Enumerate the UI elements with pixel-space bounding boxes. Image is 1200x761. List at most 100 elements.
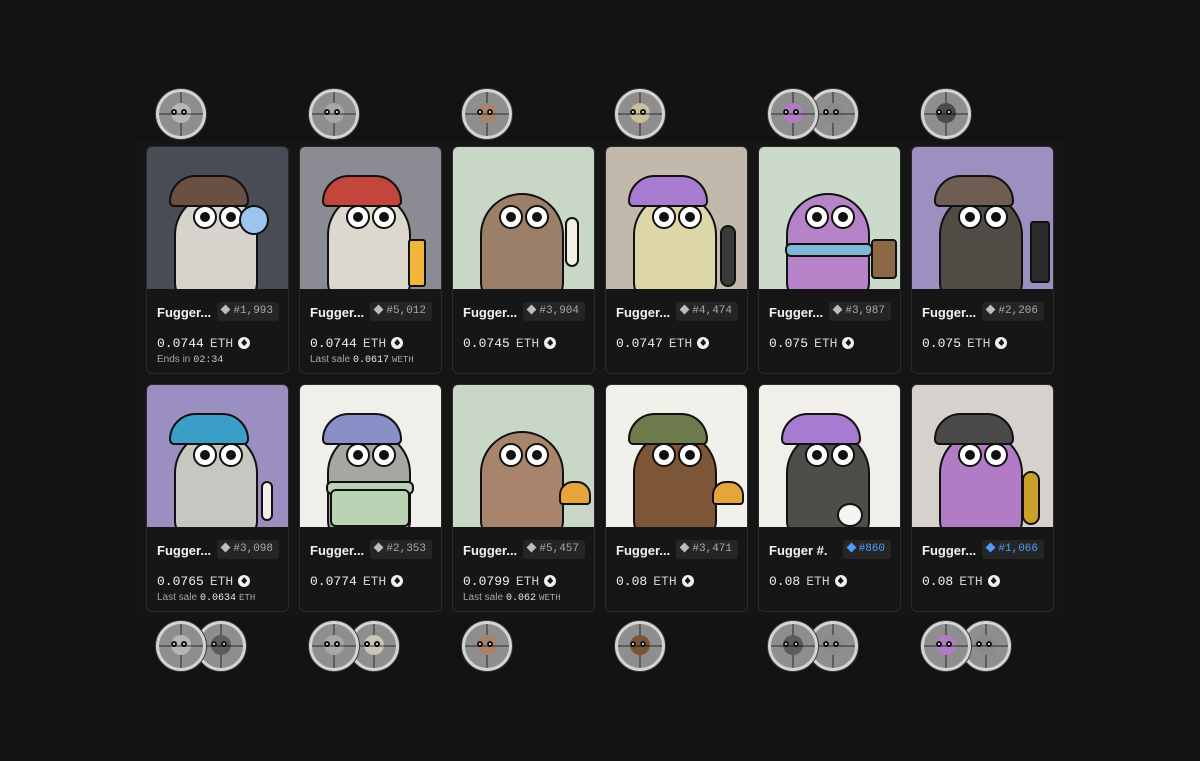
token-eye-icon [833,109,839,115]
rank-badge: #5,457 [523,540,585,559]
eth-icon [697,337,710,349]
token-eye-icon [181,641,187,647]
price-value: 0.0744 [310,336,357,351]
nft-image[interactable] [453,147,594,289]
character-body [939,193,1023,289]
nft-image[interactable] [453,385,594,527]
avatar-token[interactable] [768,621,818,671]
nft-card[interactable]: Fugger... #5,457 0.0799 ETH Last sale 0.062 WE… [452,384,595,612]
eth-icon [842,337,855,349]
nft-card[interactable]: Fugger... #3,098 0.0765 ETH Last sale 0.0634 E… [146,384,289,612]
token-eye-icon [630,641,636,647]
nft-grid: Fugger... #1,993 0.0744 ETH Ends in 02:34 Fugg… [136,140,1064,618]
token-face-icon [936,635,956,655]
character-eye-icon [958,205,982,229]
token-eye-icon [334,109,340,115]
nft-card[interactable]: Fugger... #3,987 0.075 ETH [758,146,901,374]
nft-image[interactable] [147,385,288,527]
nft-card[interactable]: Fugger #... #860 0.08 ETH [758,384,901,612]
price: 0.0765 ETH [157,574,251,589]
bottom-token-slot [309,616,451,676]
last-sale-label: Last sale [157,592,198,603]
nft-image[interactable] [759,147,900,289]
nft-image[interactable] [912,385,1053,527]
rank-badge: #2,206 [982,302,1044,321]
avatar-token[interactable] [462,621,512,671]
nft-image[interactable] [606,385,747,527]
price-currency: ETH [362,574,387,589]
eth-icon [544,337,557,349]
nft-card[interactable]: Fugger... #2,353 0.0774 ETH [299,384,442,612]
token-face-icon [783,103,803,123]
price-value: 0.075 [769,336,809,351]
price-currency: ETH [515,336,540,351]
nft-card[interactable]: Fugger... #3,904 0.0745 ETH [452,146,595,374]
nft-image[interactable] [606,147,747,289]
character-body [633,431,717,527]
price: 0.0744 ETH [310,336,404,351]
price-value: 0.08 [769,574,801,589]
avatar-token[interactable] [309,621,359,671]
nft-image[interactable] [300,147,441,289]
token-eye-icon [946,109,952,115]
price: 0.075 ETH [922,336,1008,351]
character-body [633,193,717,289]
nft-card[interactable]: Fugger... #1,993 0.0744 ETH Ends in 02:34 [146,146,289,374]
price: 0.0744 ETH [157,336,251,351]
nft-image[interactable] [147,147,288,289]
taco-icon [559,481,591,505]
top-token-slot [462,84,604,144]
diamond-icon [373,542,384,553]
feather-icon [565,217,579,267]
character-hat [628,413,708,445]
card-info: Fugger #... #860 0.08 ETH [759,527,900,611]
nft-card[interactable]: Fugger... #3,471 0.08 ETH [605,384,748,612]
keyboard-icon [1030,221,1050,283]
token-face-icon [211,635,231,655]
avatar-token[interactable] [921,89,971,139]
token-eye-icon [211,641,217,647]
character-hat [628,175,708,207]
character-hat [169,175,249,207]
rank-badge: #3,904 [523,302,585,321]
diamond-icon [526,304,537,315]
price: 0.08 ETH [922,574,1000,589]
token-eye-icon [477,641,483,647]
token-face-icon [324,103,344,123]
token-eye-icon [181,109,187,115]
card-info: Fugger... #5,457 0.0799 ETH Last sale 0.062 WE… [453,527,594,611]
avatar-token[interactable] [615,621,665,671]
nft-card[interactable]: Fugger... #1,066 0.08 ETH [911,384,1054,612]
character-eye-icon [958,443,982,467]
eth-icon [834,575,847,587]
character-eye-icon [193,443,217,467]
avatar-token[interactable] [462,89,512,139]
bubble-icon [239,205,269,235]
token-eye-icon [334,641,340,647]
nft-card[interactable]: Fugger... #5,012 0.0744 ETH Last sale 0.0617 W… [299,146,442,374]
top-token-slot [921,84,1063,144]
character-hat [322,175,402,207]
card-info: Fugger... #1,066 0.08 ETH [912,527,1053,611]
avatar-token[interactable] [156,621,206,671]
last-sale-value: 0.062 [506,593,537,604]
avatar-token[interactable] [768,89,818,139]
token-eye-icon [946,641,952,647]
nft-name: Fugger... [157,305,212,320]
nft-image[interactable] [300,385,441,527]
nft-name: Fugger... [310,305,365,320]
nft-image[interactable] [912,147,1053,289]
token-eye-icon [487,641,493,647]
price-value: 0.08 [922,574,954,589]
avatar-token[interactable] [615,89,665,139]
avatar-token[interactable] [309,89,359,139]
card-info: Fugger... #1,993 0.0744 ETH Ends in 02:34 [147,289,288,373]
nft-card[interactable]: Fugger... #4,474 0.0747 ETH [605,146,748,374]
nft-card[interactable]: Fugger... #2,206 0.075 ETH [911,146,1054,374]
nft-image[interactable] [759,385,900,527]
rank-badge: #860 [842,540,891,559]
avatar-token[interactable] [921,621,971,671]
price-currency: ETH [959,574,983,589]
avatar-token[interactable] [156,89,206,139]
last-sale: Last sale 0.062 WETH [463,592,561,604]
